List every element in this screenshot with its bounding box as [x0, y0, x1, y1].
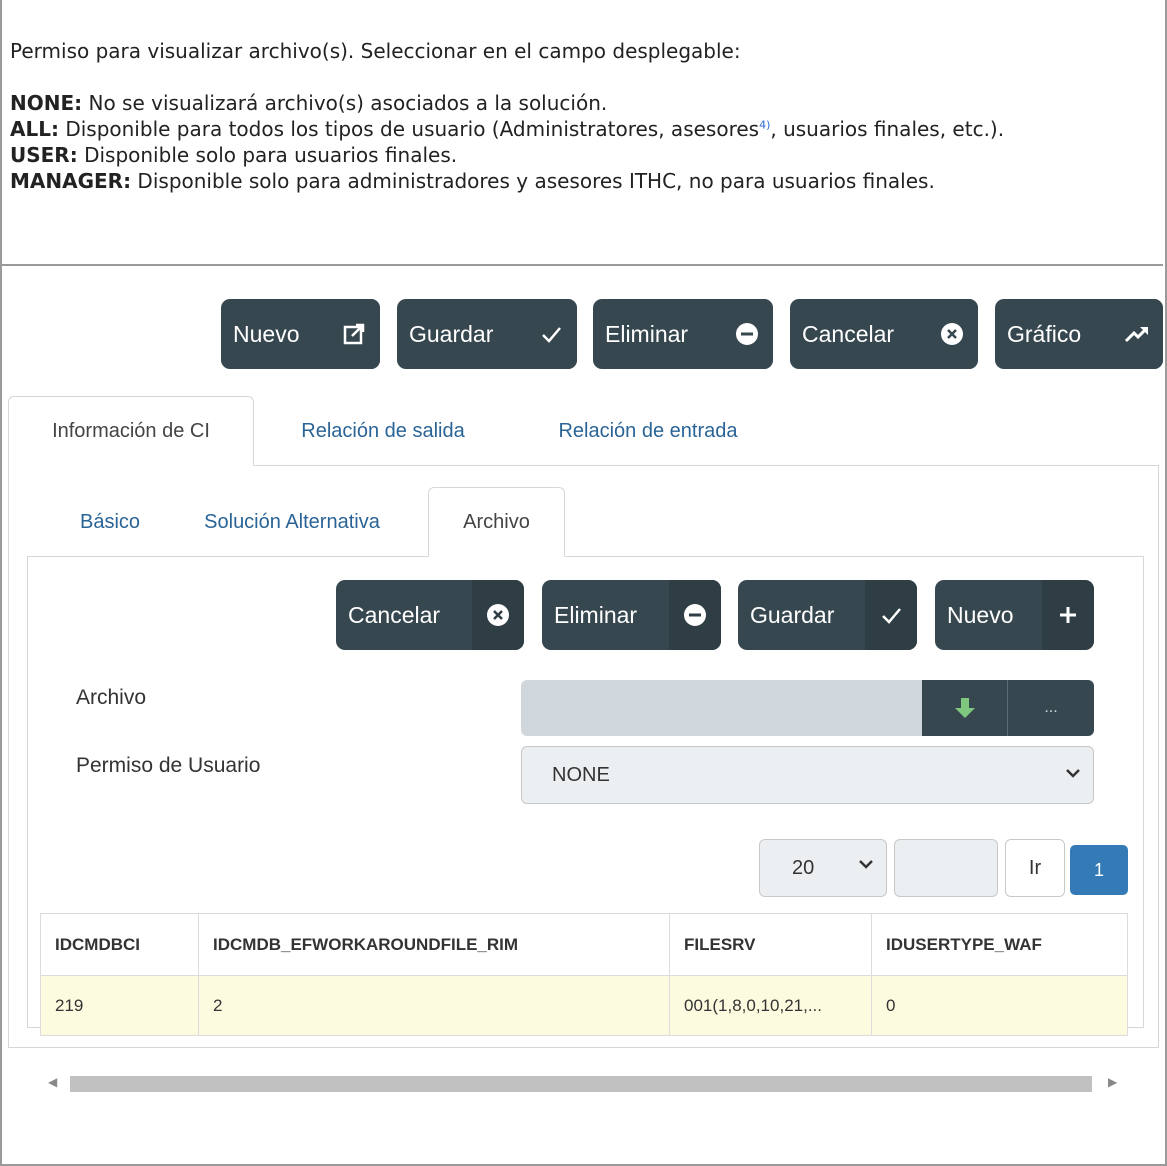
- permission-field-label: Permiso de Usuario: [76, 754, 261, 777]
- file-grid: IDCMDBCI IDCMDB_EFWORKAROUNDFILE_RIM FIL…: [40, 913, 1128, 1036]
- plus-icon: [1042, 580, 1094, 650]
- tab-input-relation[interactable]: Relación de entrada: [520, 396, 776, 466]
- scrollbar-thumb[interactable]: [70, 1076, 1092, 1092]
- table-row[interactable]: 219 2 001(1,8,0,10,21,... 0: [40, 975, 1128, 1036]
- file-input[interactable]: ...: [521, 680, 1094, 736]
- check-icon: [525, 299, 577, 369]
- cancel-button[interactable]: Cancelar: [790, 299, 978, 369]
- page-1-button[interactable]: 1: [1070, 845, 1128, 895]
- file-save-button[interactable]: Guardar: [738, 580, 917, 650]
- go-button[interactable]: Ir: [1005, 839, 1065, 897]
- permission-select[interactable]: NONE: [521, 746, 1094, 804]
- tab-output-relation[interactable]: Relación de salida: [266, 396, 500, 466]
- trend-up-icon: [1111, 299, 1163, 369]
- tab-basic[interactable]: Básico: [60, 487, 160, 557]
- tab-file[interactable]: Archivo: [428, 487, 565, 557]
- file-path-field[interactable]: [521, 680, 922, 736]
- tab-ci-info[interactable]: Información de CI: [8, 396, 254, 466]
- file-new-button[interactable]: Nuevo: [935, 580, 1094, 650]
- external-link-icon: [328, 299, 380, 369]
- table-cell: 001(1,8,0,10,21,...: [669, 975, 872, 1036]
- chevron-down-icon: [1065, 763, 1081, 784]
- close-circle-icon: [926, 299, 978, 369]
- close-circle-icon: [472, 580, 524, 650]
- minus-circle-icon: [721, 299, 773, 369]
- column-header[interactable]: IDUSERTYPE_WAF: [871, 913, 1128, 976]
- file-field-label: Archivo: [76, 686, 147, 709]
- description-cell: Permiso para visualizar archivo(s). Sele…: [0, 0, 1163, 266]
- column-header[interactable]: FILESRV: [669, 913, 872, 976]
- scroll-right-icon[interactable]: ▶: [1108, 1075, 1117, 1089]
- chart-button[interactable]: Gráfico: [995, 299, 1163, 369]
- check-icon: [865, 580, 917, 650]
- grid-header-row: IDCMDBCI IDCMDB_EFWORKAROUNDFILE_RIM FIL…: [40, 913, 1128, 976]
- tab-workaround[interactable]: Solución Alternativa: [170, 487, 414, 557]
- download-arrow-icon[interactable]: [922, 680, 1008, 736]
- table-cell: 0: [871, 975, 1128, 1036]
- item-user: USER: Disponible solo para usuarios fina…: [10, 143, 458, 167]
- table-cell: 219: [40, 975, 199, 1036]
- page-size-select[interactable]: 20: [759, 839, 887, 897]
- footnote-link[interactable]: 4): [759, 118, 770, 131]
- file-cancel-button[interactable]: Cancelar: [336, 580, 524, 650]
- scroll-left-icon[interactable]: ◀: [48, 1075, 57, 1089]
- save-button[interactable]: Guardar: [397, 299, 577, 369]
- item-manager: MANAGER: Disponible solo para administra…: [10, 169, 935, 193]
- page-number-input[interactable]: [894, 839, 998, 897]
- item-all: ALL: Disponible para todos los tipos de …: [10, 117, 1005, 141]
- browse-file-button[interactable]: ...: [1008, 680, 1094, 736]
- minus-circle-icon: [669, 580, 721, 650]
- column-header[interactable]: IDCMDB_EFWORKAROUNDFILE_RIM: [198, 913, 670, 976]
- horizontal-scrollbar[interactable]: ◀ ▶: [44, 1073, 1124, 1095]
- new-button[interactable]: Nuevo: [221, 299, 380, 369]
- delete-button[interactable]: Eliminar: [593, 299, 773, 369]
- column-header[interactable]: IDCMDBCI: [40, 913, 199, 976]
- table-cell: 2: [198, 975, 670, 1036]
- chevron-down-icon: [858, 857, 874, 875]
- item-none: NONE: No se visualizará archivo(s) asoci…: [10, 91, 608, 115]
- description-intro: Permiso para visualizar archivo(s). Sele…: [10, 39, 741, 63]
- file-delete-button[interactable]: Eliminar: [542, 580, 721, 650]
